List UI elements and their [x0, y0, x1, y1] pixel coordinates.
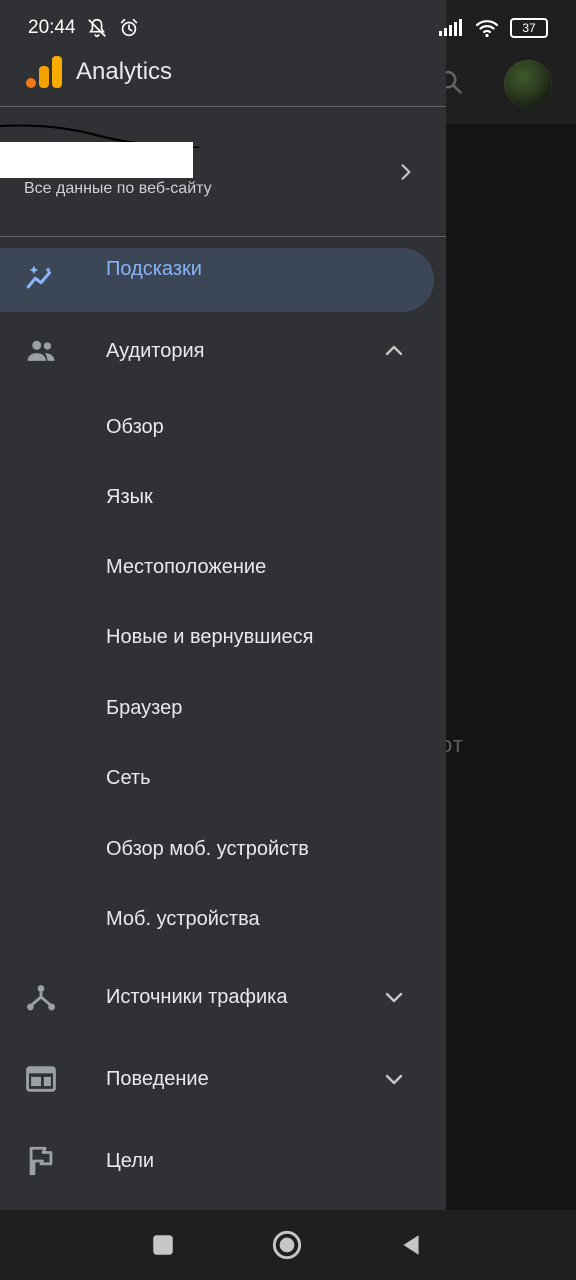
account-avatar[interactable] — [504, 60, 552, 108]
web-layout-icon — [26, 1066, 56, 1092]
app-title: Analytics — [76, 58, 173, 85]
status-time: 20:44 — [28, 17, 76, 38]
sub-item-location[interactable]: Местоположение — [0, 532, 446, 602]
navigation-drawer: Analytics Все данные по веб-сайту Подска… — [0, 0, 446, 1210]
alarm-icon — [120, 18, 137, 37]
status-bar: 20:44 37 — [0, 0, 576, 56]
flag-icon — [29, 1146, 53, 1176]
sub-item-new-vs-returning[interactable]: Новые и вернувшиеся — [0, 602, 446, 672]
sub-item-mobile-devices[interactable]: Моб. устройства — [0, 884, 446, 954]
chevron-up-icon[interactable] — [382, 339, 406, 363]
nav-item-label: Аудитория — [106, 340, 205, 362]
traffic-merge-icon — [26, 985, 56, 1011]
analytics-logo-icon — [26, 56, 62, 88]
nav-item-behavior[interactable]: Поведение — [0, 1044, 446, 1114]
sub-item-label: Обзор — [106, 416, 164, 438]
sub-item-mobile-overview[interactable]: Обзор моб. устройств — [0, 814, 446, 884]
account-divider — [0, 236, 446, 237]
account-selector[interactable]: Все данные по веб-сайту — [0, 108, 446, 236]
account-name-redacted — [0, 142, 193, 178]
recent-apps-button[interactable] — [150, 1232, 176, 1258]
sub-item-label: Моб. устройства — [106, 908, 260, 930]
sub-item-label: Язык — [106, 486, 153, 508]
nav-item-label: Источники трафика — [106, 986, 288, 1008]
system-navigation-bar — [0, 1210, 576, 1280]
insights-sparkle-icon — [26, 265, 52, 289]
header-divider — [0, 106, 446, 107]
sub-item-label: Браузер — [106, 697, 183, 719]
nav-item-traffic-sources[interactable]: Источники трафика — [0, 962, 446, 1032]
nav-item-audience[interactable]: Аудитория — [0, 316, 446, 386]
back-button[interactable] — [398, 1232, 424, 1258]
signal-icon — [439, 19, 462, 36]
sub-item-browser[interactable]: Браузер — [0, 673, 446, 743]
account-view-name: Все данные по веб-сайту — [24, 180, 212, 197]
muted-bell-icon — [87, 18, 106, 38]
sub-item-language[interactable]: Язык — [0, 462, 446, 532]
nav-item-insights[interactable]: Подсказки — [0, 248, 434, 312]
sub-item-overview[interactable]: Обзор — [0, 392, 446, 462]
chevron-down-icon[interactable] — [382, 985, 406, 1009]
nav-item-label: Подсказки — [106, 258, 202, 280]
chevron-down-icon[interactable] — [382, 1067, 406, 1091]
battery-indicator: 37 — [510, 18, 548, 38]
sub-item-label: Местоположение — [106, 556, 267, 578]
wifi-icon — [475, 20, 499, 38]
home-button[interactable] — [271, 1229, 303, 1261]
chevron-right-icon — [401, 164, 411, 180]
drawer-header: Analytics — [0, 56, 446, 107]
nav-item-label: Поведение — [106, 1068, 209, 1090]
sub-item-label: Новые и вернувшиеся — [106, 626, 314, 648]
sub-item-label: Обзор моб. устройств — [106, 838, 309, 860]
sub-item-network[interactable]: Сеть — [0, 743, 446, 813]
nav-item-goals[interactable]: Цели — [0, 1126, 446, 1196]
nav-item-label: Цели — [106, 1150, 155, 1172]
people-icon — [27, 340, 55, 361]
sub-item-label: Сеть — [106, 767, 151, 789]
